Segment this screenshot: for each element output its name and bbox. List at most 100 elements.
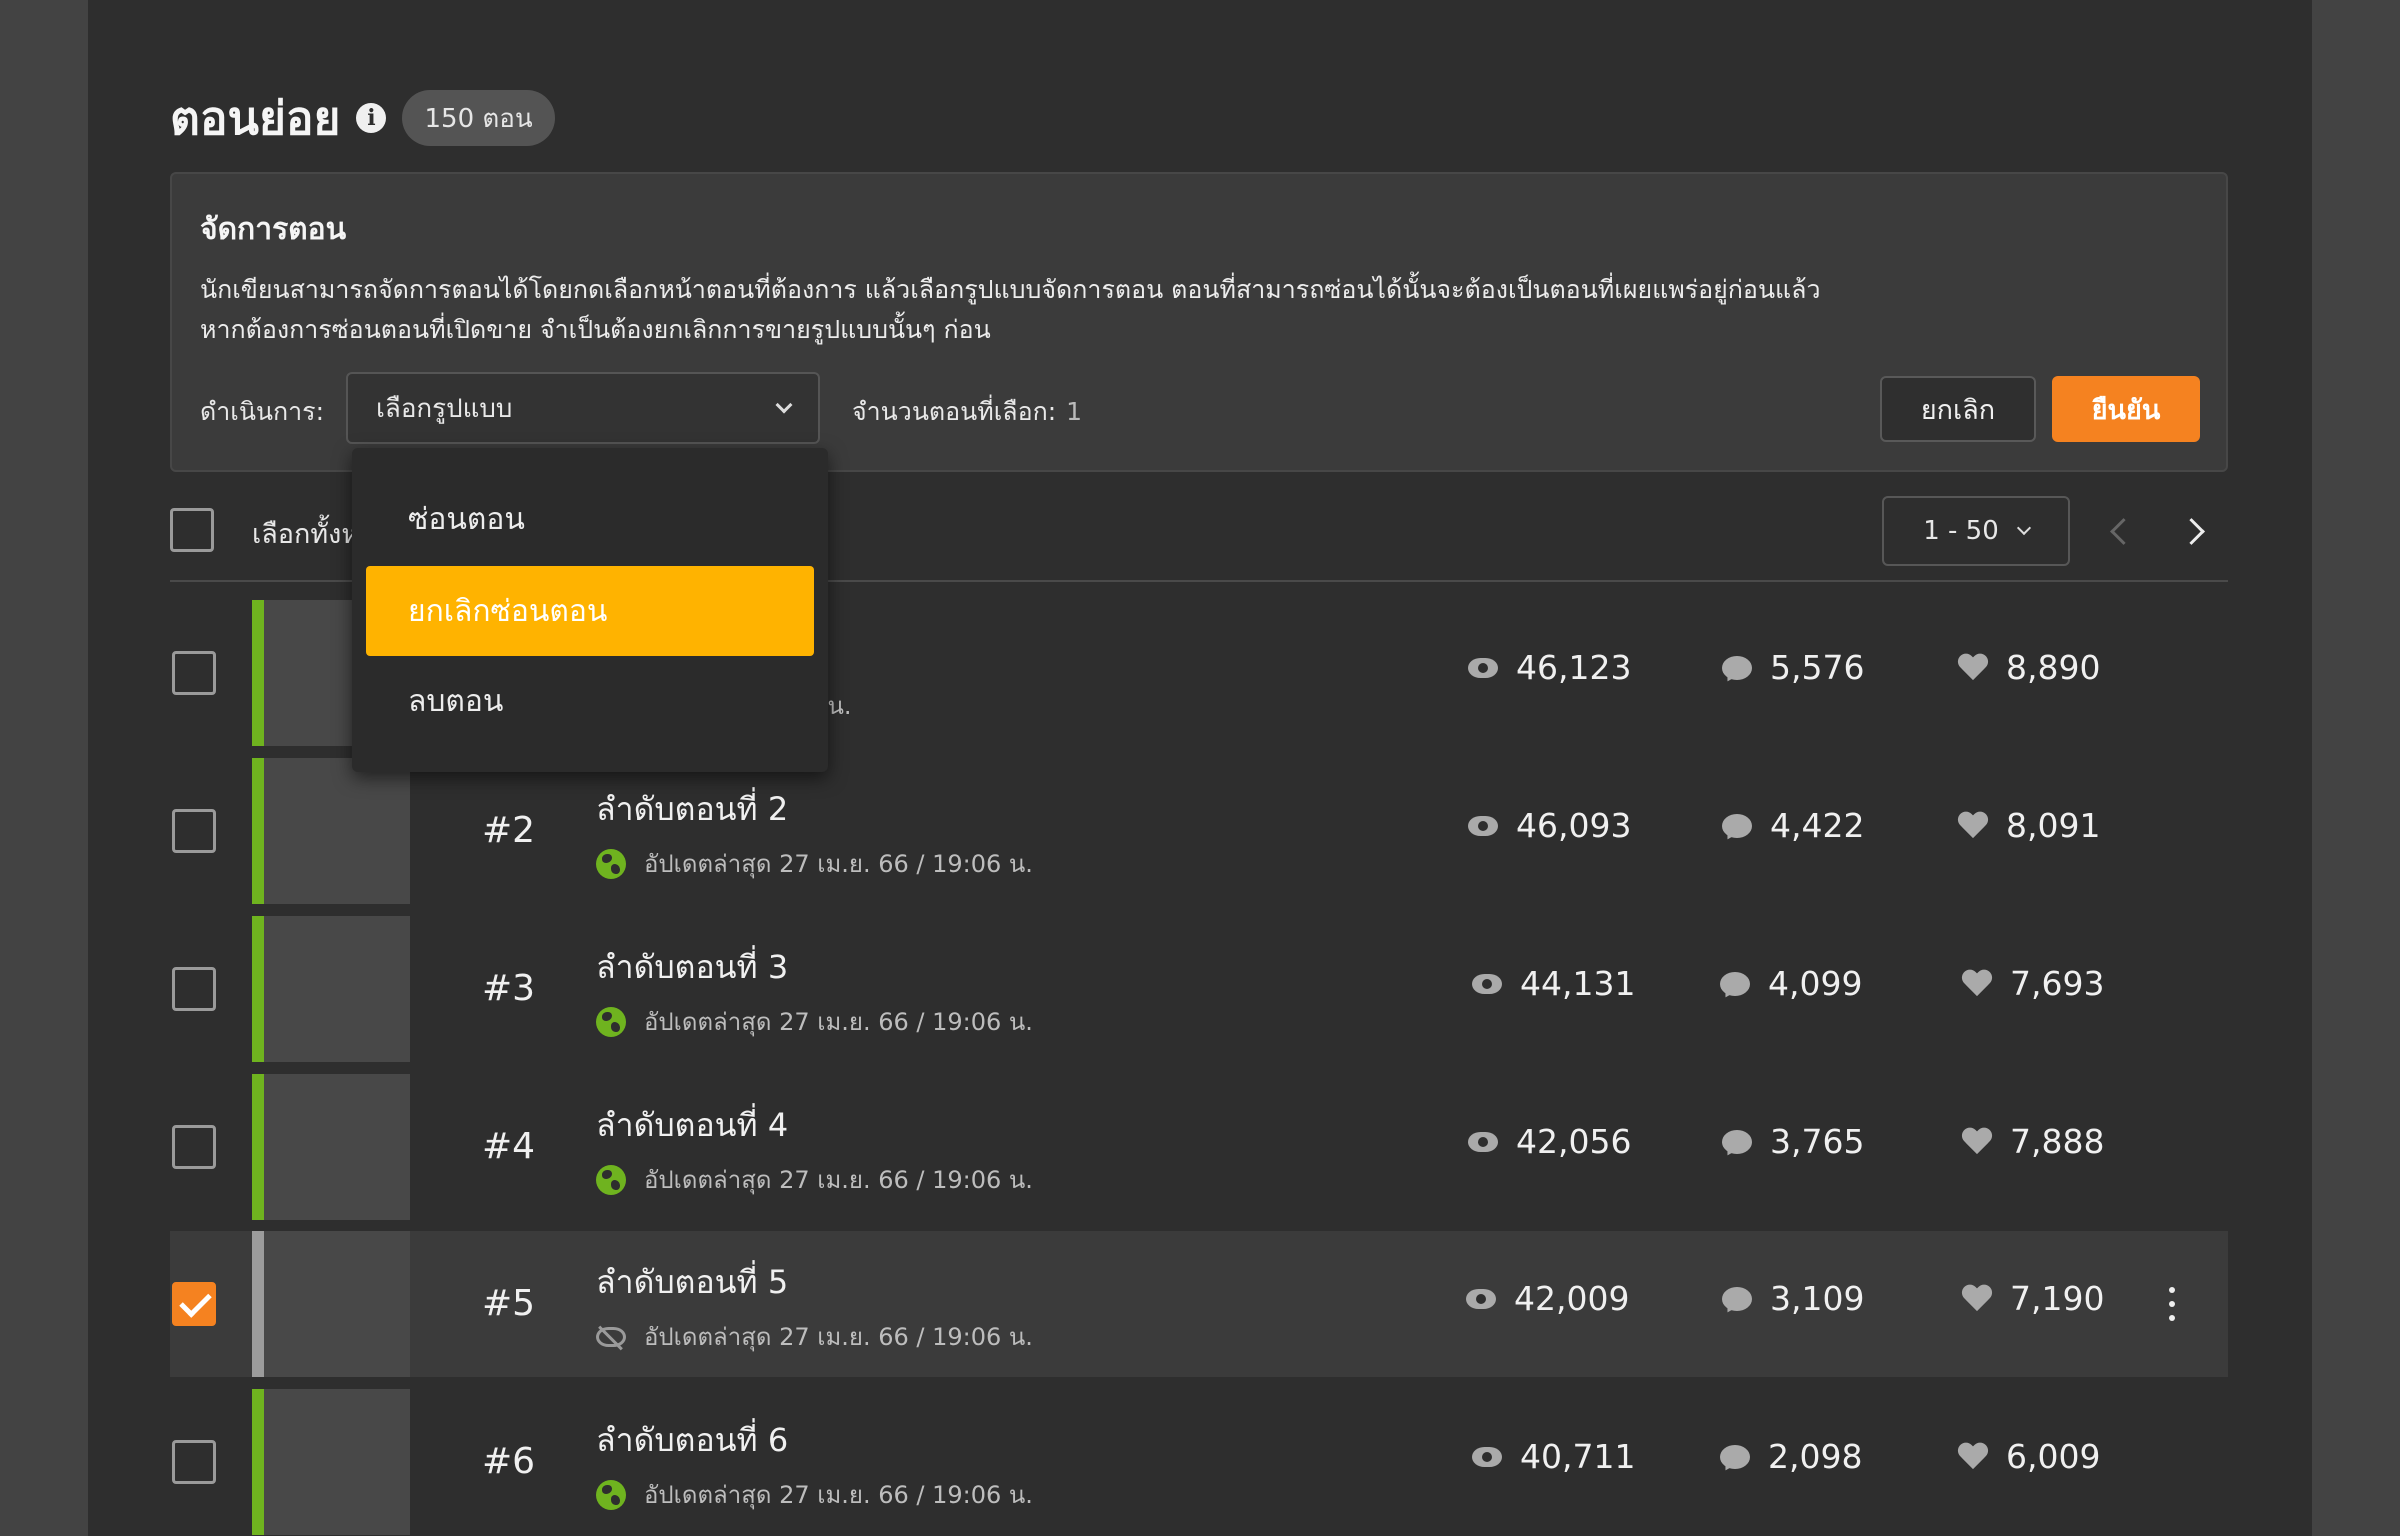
episode-row[interactable]: #4 ลำดับตอนที่ 4 อัปเดตล่าสุด 27 เม.ย. 6… (170, 1074, 2228, 1220)
comment-icon (1722, 1286, 1752, 1311)
episode-thumbnail (264, 1231, 410, 1377)
likes-count: 6,009 (2006, 1437, 2101, 1476)
eye-icon (1468, 1131, 1498, 1152)
selected-count: จำนวนตอนที่เลือก: 1 (852, 397, 1083, 426)
views-stat: 42,009 (1466, 1279, 1629, 1318)
episode-row[interactable]: #3 ลำดับตอนที่ 3 อัปเดตล่าสุด 27 เม.ย. 6… (170, 916, 2228, 1062)
episode-checkbox[interactable] (172, 1282, 216, 1326)
episode-checkbox[interactable] (172, 809, 216, 853)
episode-title[interactable]: ลำดับตอนที่ 6 (596, 1415, 788, 1466)
status-bar (252, 1231, 264, 1377)
more-options-icon[interactable] (2168, 1287, 2176, 1321)
action-select[interactable]: เลือกรูปแบบ (346, 372, 820, 444)
eye-icon (1472, 1446, 1502, 1467)
eye-icon (1468, 657, 1498, 678)
comments-stat: 5,576 (1722, 648, 1864, 687)
episode-thumbnail (264, 758, 410, 904)
likes-count: 7,693 (2010, 964, 2105, 1003)
select-all-label[interactable]: เลือกทั้งห (252, 512, 359, 555)
status-bar (252, 758, 264, 904)
views-stat: 42,056 (1468, 1122, 1631, 1161)
heart-icon (1958, 812, 1988, 840)
comment-icon (1720, 971, 1750, 996)
episode-title[interactable]: ลำดับตอนที่ 2 (596, 784, 788, 835)
views-count: 46,093 (1516, 806, 1632, 845)
likes-stat: 7,693 (1962, 964, 2104, 1003)
next-page-icon[interactable] (2182, 516, 2210, 544)
selected-count-value: 1 (1066, 397, 1083, 426)
episode-checkbox[interactable] (172, 651, 216, 695)
globe-icon (596, 1479, 626, 1510)
episode-meta: อัปเดตล่าสุด 27 เม.ย. 66 / 19:06 น. (596, 1317, 1033, 1356)
status-bar (252, 1389, 264, 1535)
views-stat: 40,711 (1472, 1437, 1635, 1476)
eye-icon (1466, 1288, 1496, 1309)
comments-count: 2,098 (1768, 1437, 1863, 1476)
episode-checkbox[interactable] (172, 967, 216, 1011)
episode-title[interactable]: ลำดับตอนที่ 4 (596, 1100, 788, 1151)
episode-title[interactable]: ลำดับตอนที่ 3 (596, 942, 788, 993)
views-stat: 44,131 (1472, 964, 1635, 1003)
heart-icon (1958, 1443, 1988, 1471)
comments-stat: 3,765 (1722, 1122, 1864, 1161)
likes-count: 7,888 (2010, 1122, 2105, 1161)
manage-episodes-box: จัดการตอน นักเขียนสามารถจัดการตอนได้โดยก… (170, 172, 2228, 472)
episode-row[interactable]: #2 ลำดับตอนที่ 2 อัปเดตล่าสุด 27 เม.ย. 6… (170, 758, 2228, 904)
dropdown-item-unhide[interactable]: ยกเลิกซ่อนตอน (366, 566, 814, 656)
episode-count-badge: 150 ตอน (402, 90, 555, 146)
heart-icon (1958, 654, 1988, 682)
updated-text: อัปเดตล่าสุด 27 เม.ย. 66 / 19:06 น. (644, 850, 1033, 878)
range-value: 1 - 50 (1923, 516, 1999, 546)
select-all-checkbox[interactable] (170, 508, 214, 552)
globe-icon (596, 1006, 626, 1037)
confirm-button[interactable]: ยืนยัน (2052, 376, 2200, 442)
likes-count: 7,190 (2010, 1279, 2105, 1318)
globe-icon (596, 848, 626, 879)
likes-stat: 6,009 (1958, 1437, 2100, 1476)
views-count: 42,056 (1516, 1122, 1632, 1161)
views-stat: 46,093 (1468, 806, 1631, 845)
episode-title[interactable]: ลำดับตอนที่ 5 (596, 1257, 788, 1308)
episode-meta: อัปเดตล่าสุด 27 เม.ย. 66 / 19:06 น. (596, 1002, 1033, 1041)
heart-icon (1962, 1128, 1992, 1156)
dropdown-item-hide[interactable]: ซ่อนตอน (366, 474, 814, 564)
episode-row[interactable]: #5 ลำดับตอนที่ 5 อัปเดตล่าสุด 27 เม.ย. 6… (170, 1231, 2228, 1377)
heart-icon (1962, 970, 1992, 998)
views-count: 44,131 (1520, 964, 1636, 1003)
views-stat: 46,123 (1468, 648, 1631, 687)
episode-checkbox[interactable] (172, 1125, 216, 1169)
status-bar (252, 916, 264, 1062)
episode-row[interactable]: #6 ลำดับตอนที่ 6 อัปเดตล่าสุด 27 เม.ย. 6… (170, 1389, 2228, 1535)
comment-icon (1720, 1444, 1750, 1469)
episode-thumbnail (264, 1389, 410, 1535)
status-bar (252, 600, 264, 746)
dropdown-item-delete[interactable]: ลบตอน (366, 656, 814, 746)
eye-icon (1472, 973, 1502, 994)
prev-page-icon[interactable] (2106, 516, 2134, 544)
comments-stat: 4,099 (1720, 964, 1862, 1003)
likes-stat: 8,890 (1958, 648, 2100, 687)
views-count: 46,123 (1516, 648, 1632, 687)
info-icon[interactable]: i (356, 103, 387, 133)
likes-count: 8,890 (2006, 648, 2101, 687)
action-label: ดำเนินการ: (200, 397, 325, 426)
updated-text: อัปเดตล่าสุด 27 เม.ย. 66 / 19:06 น. (644, 1481, 1033, 1509)
episode-thumbnail (264, 1074, 410, 1220)
page-title: ตอนย่อย (170, 90, 341, 145)
range-select[interactable]: 1 - 50 (1882, 496, 2070, 566)
updated-text: อัปเดตล่าสุด 27 เม.ย. 66 / 19:06 น. (644, 1008, 1033, 1036)
chevron-down-icon (2016, 520, 2031, 536)
comments-count: 3,109 (1770, 1279, 1865, 1318)
comments-stat: 2,098 (1720, 1437, 1862, 1476)
episode-checkbox[interactable] (172, 1440, 216, 1484)
comments-count: 5,576 (1770, 648, 1865, 687)
manage-description: นักเขียนสามารถจัดการตอนได้โดยกดเลือกหน้า… (200, 275, 1821, 344)
likes-count: 8,091 (2006, 806, 2101, 845)
cancel-button[interactable]: ยกเลิก (1880, 376, 2036, 442)
episode-meta: อัปเดตล่าสุด 27 เม.ย. 66 / 19:06 น. (596, 844, 1033, 883)
views-count: 40,711 (1520, 1437, 1636, 1476)
episode-thumbnail (264, 916, 410, 1062)
episode-number: #5 (482, 1283, 536, 1324)
comment-icon (1722, 813, 1752, 838)
comment-icon (1722, 1129, 1752, 1154)
